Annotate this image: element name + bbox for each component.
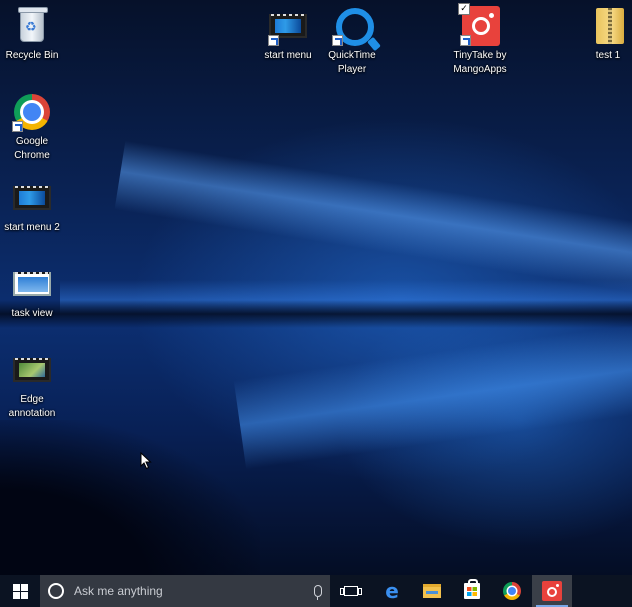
desktop-icon-tinytake[interactable]: ✓ TinyTake by MangoApps	[445, 3, 515, 77]
tinytake-icon	[542, 581, 562, 601]
desktop-icon-label: Edge annotation	[8, 394, 56, 419]
chrome-icon	[503, 582, 521, 600]
video-file-icon	[12, 178, 52, 218]
desktop-icon-label: Google Chrome	[14, 136, 50, 161]
desktop-icon-label: start menu 2	[4, 222, 60, 233]
desktop-icon-start-menu[interactable]: start menu	[253, 6, 323, 63]
recycle-bin-icon	[12, 6, 52, 46]
quicktime-icon	[332, 6, 374, 46]
desktop-icon-test-1[interactable]: test 1	[573, 6, 632, 63]
zip-folder-icon	[588, 6, 628, 46]
file-explorer-icon	[423, 584, 441, 598]
desktop-icon-start-menu-2[interactable]: start menu 2	[0, 178, 67, 235]
video-file-icon	[12, 264, 52, 304]
microphone-icon[interactable]	[314, 585, 322, 600]
task-view-button[interactable]	[330, 575, 372, 607]
desktop-icon-label: QuickTime Player	[328, 50, 376, 75]
wallpaper-light-beam	[233, 308, 632, 470]
chrome-icon	[12, 92, 52, 132]
desktop[interactable]: Recycle Bin start menu QuickTime Player …	[0, 0, 632, 575]
taskbar: Ask me anything e	[0, 575, 632, 607]
desktop-icon-task-view[interactable]: task view	[0, 264, 67, 321]
desktop-icon-google-chrome[interactable]: Google Chrome	[0, 92, 67, 163]
taskbar-store-button[interactable]	[452, 575, 492, 607]
video-file-icon	[12, 350, 52, 390]
taskbar-file-explorer-button[interactable]	[412, 575, 452, 607]
search-placeholder: Ask me anything	[74, 584, 163, 598]
wallpaper-shadow	[0, 420, 260, 575]
desktop-icon-edge-annotation[interactable]: Edge annotation	[0, 350, 67, 421]
store-icon	[464, 579, 480, 599]
desktop-icon-label: TinyTake by MangoApps	[453, 50, 507, 75]
wallpaper-light-beam	[114, 140, 632, 310]
start-button[interactable]	[0, 575, 40, 607]
task-view-icon	[340, 586, 362, 596]
desktop-icon-quicktime-player[interactable]: QuickTime Player	[317, 6, 387, 77]
video-file-icon	[268, 6, 308, 46]
desktop-icon-label: Recycle Bin	[5, 50, 59, 61]
taskbar-edge-button[interactable]: e	[372, 575, 412, 607]
desktop-icon-recycle-bin[interactable]: Recycle Bin	[0, 6, 67, 63]
taskbar-chrome-button[interactable]	[492, 575, 532, 607]
wallpaper-shadow	[0, 300, 632, 328]
cortana-icon	[48, 583, 64, 599]
desktop-icon-label: test 1	[595, 50, 621, 61]
edge-icon: e	[385, 579, 399, 603]
taskbar-tinytake-button[interactable]	[532, 575, 572, 607]
desktop-icon-label: task view	[11, 308, 53, 319]
search-box[interactable]: Ask me anything	[40, 575, 330, 607]
windows-logo-icon	[12, 583, 28, 599]
tinytake-icon: ✓	[458, 3, 500, 46]
desktop-icon-label: start menu	[264, 50, 312, 61]
